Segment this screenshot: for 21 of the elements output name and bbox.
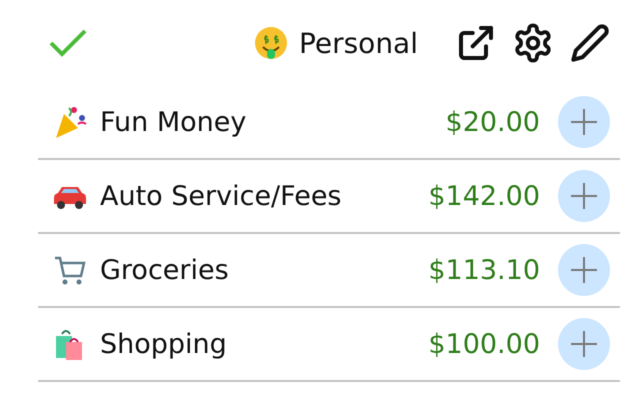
category-name: Fun Money bbox=[100, 106, 248, 138]
category-name: Shopping bbox=[100, 328, 228, 360]
category-name: Groceries bbox=[100, 254, 230, 286]
add-button[interactable] bbox=[558, 96, 610, 148]
plus-icon bbox=[570, 256, 598, 284]
plus-icon bbox=[570, 330, 598, 358]
account-name: Personal bbox=[298, 26, 418, 60]
category-amount: $142.00 bbox=[428, 180, 540, 212]
category-name: Auto Service/Fees bbox=[100, 180, 342, 212]
category-amount: $113.10 bbox=[428, 254, 540, 286]
category-amount: $100.00 bbox=[428, 328, 540, 360]
external-link-icon[interactable] bbox=[456, 23, 496, 63]
add-button[interactable] bbox=[558, 170, 610, 222]
add-button[interactable] bbox=[558, 318, 610, 370]
checkmark-icon[interactable] bbox=[48, 28, 88, 58]
plus-icon bbox=[570, 108, 598, 136]
plus-icon bbox=[570, 182, 598, 210]
edit-icon[interactable] bbox=[570, 23, 610, 63]
category-amount: $20.00 bbox=[446, 106, 540, 138]
add-button[interactable] bbox=[558, 244, 610, 296]
money-face-icon bbox=[252, 25, 289, 61]
